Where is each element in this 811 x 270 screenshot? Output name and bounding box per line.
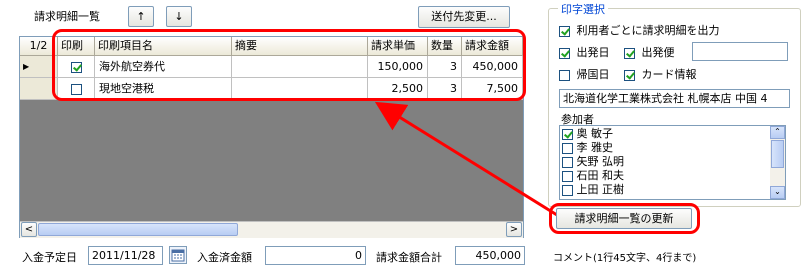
participants-scrollbar[interactable]: ⌃ ⌄ xyxy=(770,126,785,199)
return-date-label: 帰国日 xyxy=(576,68,610,81)
card-info-checkbox[interactable] xyxy=(624,69,635,81)
participant-name: 上田 正樹 xyxy=(576,183,625,196)
departure-flight-label: 出発便 xyxy=(641,46,675,59)
list-item[interactable]: 矢野 弘明 xyxy=(562,155,624,169)
scroll-thumb[interactable] xyxy=(771,140,784,168)
comment-hint: コメント(1行45文字、4行まで) xyxy=(553,253,697,264)
move-down-button[interactable]: ↓ xyxy=(166,6,192,27)
list-item[interactable]: 石田 和夫 xyxy=(562,169,624,183)
card-info-label: カード情報 xyxy=(641,68,697,81)
print-selection-title: 印字選択 xyxy=(558,1,608,17)
participant-name: 石田 和夫 xyxy=(576,169,625,182)
participant-checkbox[interactable] xyxy=(562,156,573,168)
move-up-button[interactable]: ↑ xyxy=(128,6,154,27)
chevron-down-icon[interactable]: ⌄ xyxy=(770,186,785,199)
annotation-arrow-icon xyxy=(374,101,558,217)
chevron-left-icon: < xyxy=(24,224,34,235)
arrow-down-icon: ↓ xyxy=(174,10,184,23)
chevron-right-icon: > xyxy=(509,224,519,235)
arrow-up-icon: ↑ xyxy=(136,10,146,23)
departure-flight-field[interactable] xyxy=(692,42,788,61)
paid-amount-field[interactable]: 0 xyxy=(265,246,366,265)
company-field[interactable]: 北海道化学工業株式会社 札幌本店 中国 4 xyxy=(559,89,790,108)
card-info-option[interactable]: カード情報 xyxy=(624,66,697,82)
list-item[interactable]: 奥 敏子 xyxy=(562,127,613,141)
due-date-label: 入金予定日 xyxy=(22,251,77,264)
due-date-field[interactable]: 2011/11/28 xyxy=(88,246,163,265)
participant-checkbox[interactable] xyxy=(562,128,573,140)
change-destination-button[interactable]: 送付先変更... xyxy=(418,6,510,28)
update-list-button[interactable]: 請求明細一覧の更新 xyxy=(556,208,692,229)
list-item[interactable]: 李 雅史 xyxy=(562,141,613,155)
highlight-annotation xyxy=(52,29,526,101)
per-user-checkbox[interactable] xyxy=(559,25,570,37)
participants-list[interactable]: 奥 敏子 李 雅史 矢野 弘明 石田 和夫 上田 正樹 ⌃ ⌄ xyxy=(559,125,786,200)
per-user-label: 利用者ごとに請求明細を出力 xyxy=(576,24,720,37)
list-title: 請求明細一覧 xyxy=(34,10,100,23)
departure-flight-checkbox[interactable] xyxy=(624,47,635,59)
paid-amount-label: 入金済金額 xyxy=(197,251,252,264)
scroll-left-button[interactable]: < xyxy=(21,222,37,237)
participant-checkbox[interactable] xyxy=(562,170,573,182)
participant-name: 矢野 弘明 xyxy=(576,155,625,168)
chevron-up-icon[interactable]: ⌃ xyxy=(770,126,785,139)
return-date-option[interactable]: 帰国日 xyxy=(559,66,610,82)
participant-checkbox[interactable] xyxy=(562,184,573,196)
departure-date-option[interactable]: 出発日 xyxy=(559,44,610,60)
calendar-icon[interactable] xyxy=(169,246,187,264)
departure-date-label: 出発日 xyxy=(576,46,610,59)
participant-name: 奥 敏子 xyxy=(576,127,614,140)
scroll-thumb[interactable] xyxy=(38,223,238,236)
departure-flight-option[interactable]: 出発便 xyxy=(624,44,675,60)
departure-date-checkbox[interactable] xyxy=(559,47,570,59)
total-amount-label: 請求金額合計 xyxy=(376,251,442,264)
total-amount-field: 450,000 xyxy=(455,246,525,265)
return-date-checkbox[interactable] xyxy=(559,69,570,81)
participant-checkbox[interactable] xyxy=(562,142,573,154)
participant-name: 李 雅史 xyxy=(576,141,614,154)
list-item[interactable]: 上田 正樹 xyxy=(562,183,624,197)
per-user-option[interactable]: 利用者ごとに請求明細を出力 xyxy=(559,22,720,38)
